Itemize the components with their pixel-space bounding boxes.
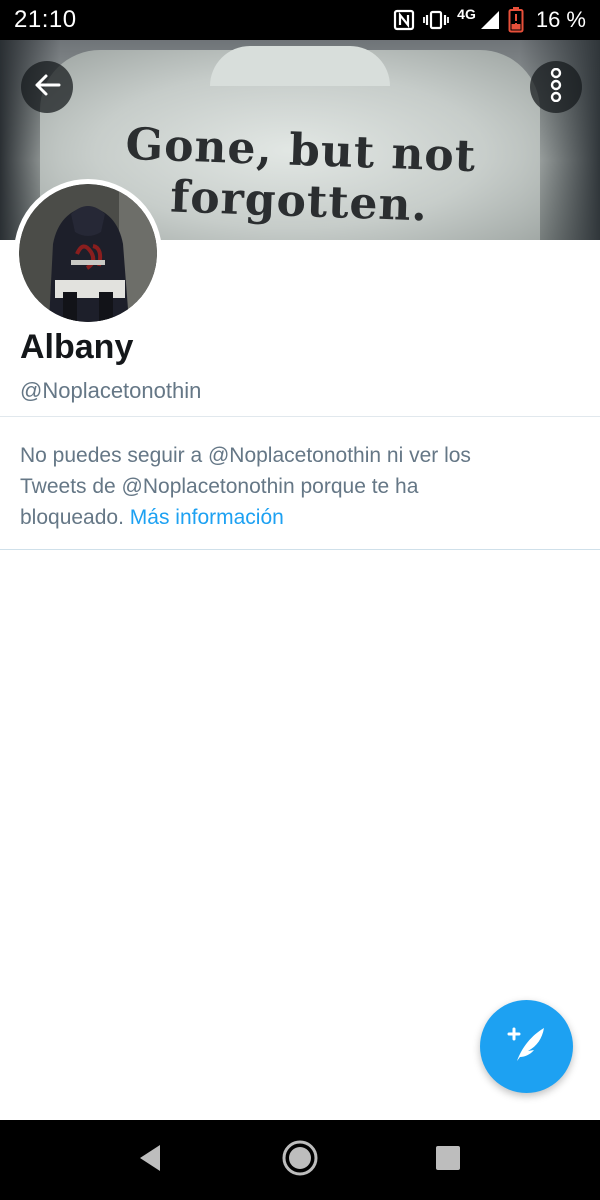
- network-type: 4G: [457, 6, 476, 22]
- nfc-icon: [393, 9, 415, 31]
- more-info-link[interactable]: Más información: [130, 506, 284, 529]
- arrow-left-icon: [32, 70, 62, 105]
- banner-gravestone-crest: [210, 46, 390, 86]
- more-vertical-icon: [549, 67, 563, 107]
- avatar[interactable]: [14, 179, 162, 327]
- avatar-image: [19, 184, 157, 322]
- profile-name: Albany: [20, 328, 134, 366]
- compose-tweet-icon: [504, 1021, 550, 1072]
- nav-recents-button[interactable]: [428, 1140, 468, 1180]
- nav-back-icon: [136, 1143, 164, 1178]
- status-time: 21:10: [14, 6, 77, 33]
- back-button[interactable]: [21, 61, 73, 113]
- battery-percent: 16 %: [535, 7, 586, 32]
- status-icons: 4G 16 %: [393, 6, 586, 33]
- nav-back-button[interactable]: [130, 1140, 170, 1180]
- blocked-notice: No puedes seguir a @Noplacetonothin ni v…: [20, 440, 520, 533]
- nav-home-icon: [280, 1138, 320, 1183]
- status-bar: 21:10 4G 16 %: [0, 0, 600, 40]
- vibrate-icon: [423, 9, 450, 31]
- signal-icon: [480, 10, 500, 30]
- compose-tweet-button[interactable]: [480, 1000, 573, 1093]
- system-nav-bar: [0, 1120, 600, 1200]
- battery-low-icon: [508, 7, 524, 33]
- divider: [0, 549, 600, 550]
- more-options-button[interactable]: [530, 61, 582, 113]
- nav-recents-icon: [434, 1144, 462, 1177]
- nav-home-button[interactable]: [280, 1140, 320, 1180]
- profile-handle: @Noplacetonothin: [20, 378, 202, 403]
- divider: [0, 416, 600, 417]
